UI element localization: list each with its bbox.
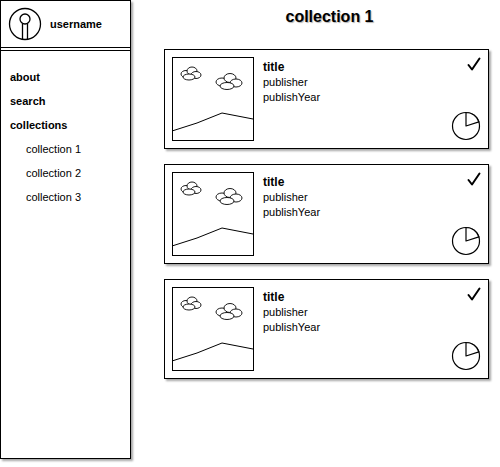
image-placeholder-icon	[172, 57, 254, 141]
nav-menu: aboutsearchcollectionscollection 1collec…	[1, 51, 130, 209]
book-card[interactable]: titlepublisherpublishYear	[164, 279, 489, 379]
collection-item[interactable]: collection 1	[1, 137, 130, 161]
card-publisher: publisher	[263, 75, 442, 90]
book-card[interactable]: titlepublisherpublishYear	[164, 49, 489, 149]
nav-item[interactable]: collections	[1, 113, 130, 137]
check-icon[interactable]	[467, 172, 481, 186]
progress-pie-icon	[451, 111, 481, 141]
username[interactable]: username	[50, 16, 102, 33]
card-title: title	[263, 289, 442, 305]
app: usernameaboutsearchcollectionscollection…	[0, 0, 500, 467]
card-status	[451, 172, 481, 256]
collection-item[interactable]: collection 2	[1, 161, 130, 185]
card-publisher: publisher	[263, 190, 442, 205]
card-info: titlepublisherpublishYear	[263, 287, 442, 371]
card-publish-year: publishYear	[263, 205, 442, 220]
check-icon[interactable]	[467, 287, 481, 301]
image-placeholder-icon	[172, 287, 254, 371]
progress-pie-icon	[451, 341, 481, 371]
card-publish-year: publishYear	[263, 320, 442, 335]
book-card[interactable]: titlepublisherpublishYear	[164, 164, 489, 264]
card-title: title	[263, 174, 442, 190]
card-title: title	[263, 59, 442, 75]
progress-pie-icon	[451, 226, 481, 256]
card-status	[451, 57, 481, 141]
card-status	[451, 287, 481, 371]
image-placeholder-icon	[172, 172, 254, 256]
card-info: titlepublisherpublishYear	[263, 57, 442, 141]
card-info: titlepublisherpublishYear	[263, 172, 442, 256]
nav-item[interactable]: search	[1, 89, 130, 113]
user-header: username	[1, 1, 130, 47]
card-publisher: publisher	[263, 305, 442, 320]
avatar-icon[interactable]	[8, 7, 42, 41]
collection-item[interactable]: collection 3	[1, 185, 130, 209]
page-title: collection 1	[285, 7, 373, 27]
check-icon[interactable]	[467, 57, 481, 71]
header-divider	[1, 47, 130, 51]
main-content: collection 1titlepublisherpublishYeartit…	[131, 0, 500, 467]
card-list: titlepublisherpublishYeartitlepublisherp…	[164, 49, 489, 379]
sidebar: usernameaboutsearchcollectionscollection…	[0, 0, 131, 459]
nav-item[interactable]: about	[1, 65, 130, 89]
card-publish-year: publishYear	[263, 90, 442, 105]
